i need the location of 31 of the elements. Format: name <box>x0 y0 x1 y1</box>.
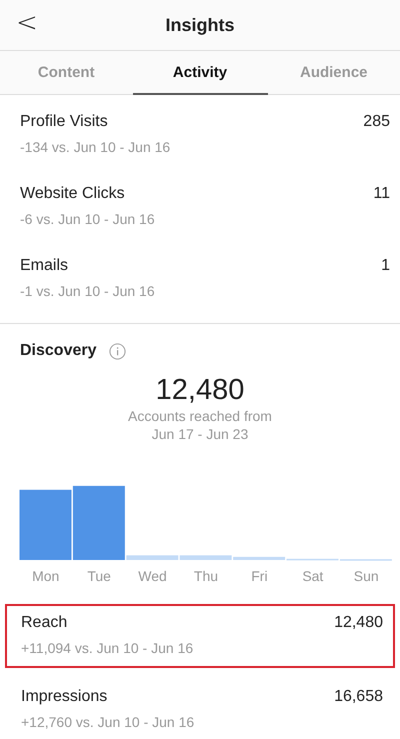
metric-comparison: +12,760 vs. Jun 10 - Jun 16 <box>21 714 196 730</box>
date-range: Jun 17 - Jun 23 <box>150 425 250 443</box>
info-icon[interactable] <box>108 342 126 360</box>
metric-value: 11 <box>373 185 390 203</box>
section-title: Discovery <box>20 342 96 360</box>
metric-comparison: -6 vs. Jun 10 - Jun 16 <box>20 211 156 227</box>
day-label: Sat <box>301 568 324 584</box>
day-label: Sun <box>352 568 380 584</box>
reach-total: 12,480 <box>154 374 246 407</box>
metric-comparison: +11,094 vs. Jun 10 - Jun 16 <box>21 640 194 656</box>
metric-name: Website Clicks <box>20 185 125 203</box>
day-label: Thu <box>192 568 220 584</box>
day-label: Mon <box>31 568 60 584</box>
metric-name: Impressions <box>21 688 108 706</box>
metric-value: 16,658 <box>334 688 383 706</box>
metric-comparison: -1 vs. Jun 10 - Jun 16 <box>20 283 156 299</box>
back-button[interactable]: < <box>10 8 44 38</box>
metric-comparison: -134 vs. Jun 10 - Jun 16 <box>20 139 172 155</box>
metric-value: 12,480 <box>334 614 383 632</box>
metric-name: Reach <box>21 614 68 632</box>
day-label: Fri <box>250 568 269 584</box>
metric-name: Profile Visits <box>20 113 108 131</box>
metric-name: Emails <box>20 257 68 275</box>
caption: Accounts reached from <box>127 407 273 425</box>
day-label: Tue <box>86 568 112 584</box>
metric-value: 285 <box>363 113 390 131</box>
metric-value: 1 <box>381 257 390 275</box>
bar <box>20 490 72 560</box>
tab[interactable]: Activity <box>132 51 268 95</box>
screen-title: Insights <box>165 14 234 36</box>
day-label: Wed <box>137 568 168 584</box>
